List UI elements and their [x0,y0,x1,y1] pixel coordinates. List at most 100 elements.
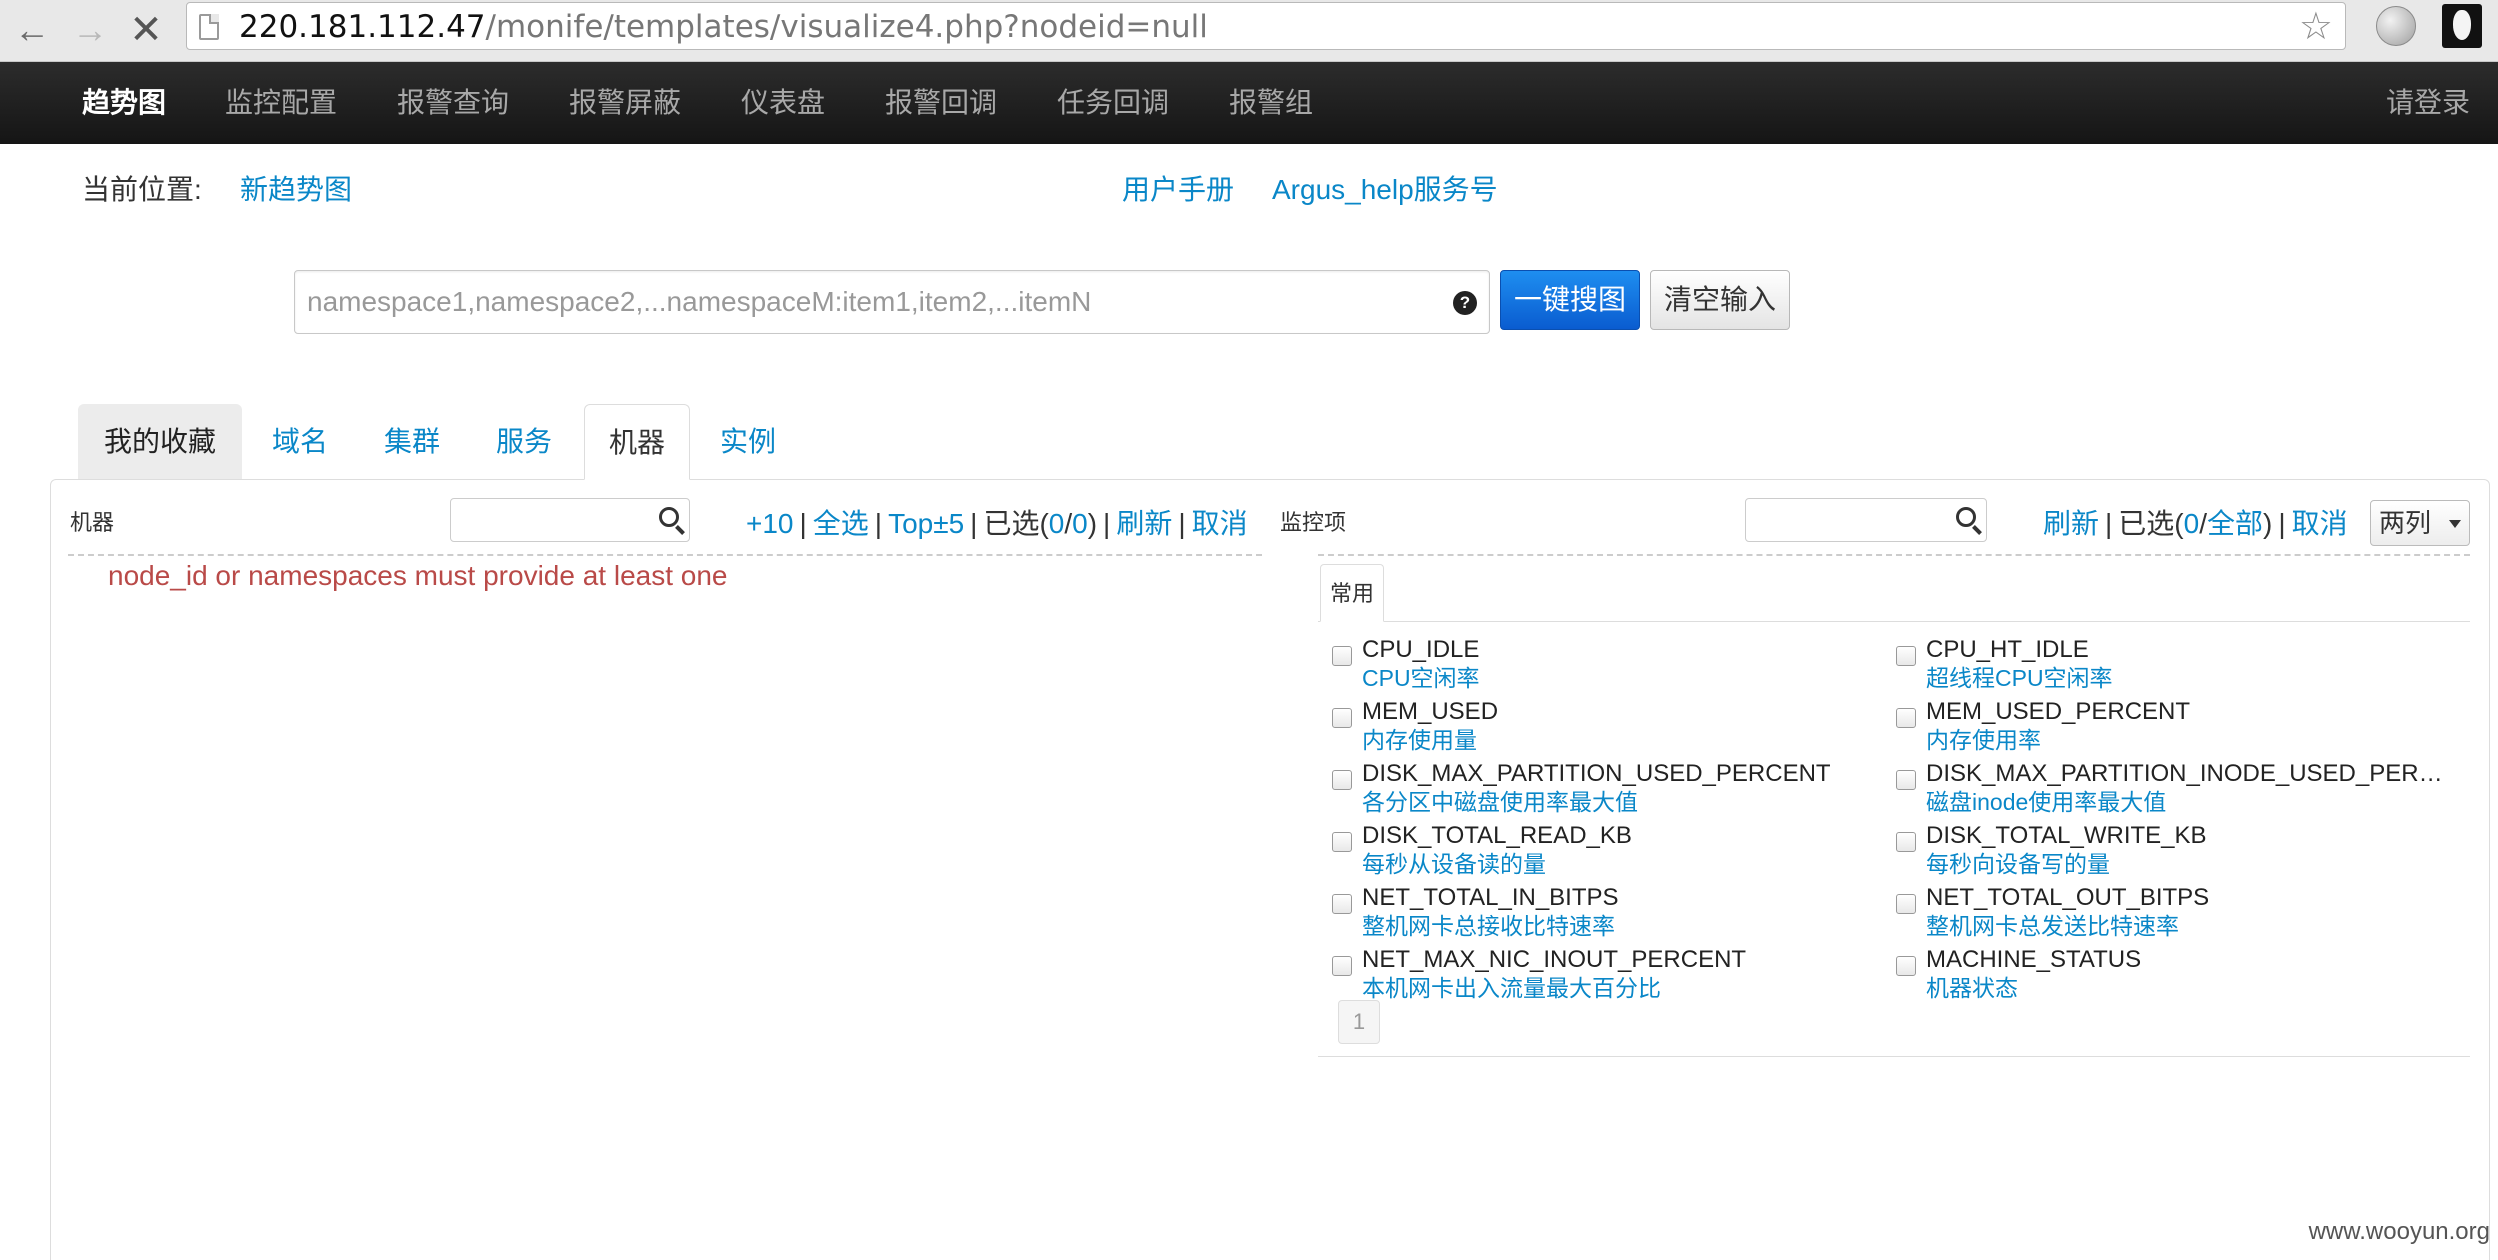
top5-link[interactable]: Top±5 [888,508,964,539]
pagination-divider [1318,1056,2470,1057]
bookmark-star-icon[interactable]: ☆ [2299,5,2333,49]
address-bar[interactable]: 220.181.112.47/monife/templates/visualiz… [186,2,2346,50]
metric-desc[interactable]: 整机网卡总接收比特速率 [1362,912,1615,940]
mask-extension-icon[interactable] [2442,4,2482,48]
user-manual-link[interactable]: 用户手册 [1122,168,1234,208]
metrics-selected-slash: / [2199,508,2207,539]
metrics-filter-input[interactable] [1745,498,1987,542]
metric-desc[interactable]: 本机网卡出入流量最大百分比 [1362,974,1661,1002]
login-link[interactable]: 请登录 [2386,62,2470,144]
clear-button[interactable]: 清空输入 [1650,270,1790,330]
metric-desc[interactable]: 机器状态 [1926,974,2018,1002]
metric-desc[interactable]: 内存使用率 [1926,726,2041,754]
pagination-page-button[interactable]: 1 [1338,1000,1380,1044]
metric-name: DISK_MAX_PARTITION_INODE_USED_PERCE... [1926,760,2456,787]
metric-checkbox[interactable] [1332,770,1352,790]
search-icon [1956,507,1976,527]
metric-checkbox[interactable] [1896,956,1916,976]
metric-desc[interactable]: 每秒从设备读的量 [1362,850,1546,878]
metric-checkbox[interactable] [1332,832,1352,852]
globe-extension-icon[interactable] [2376,6,2416,46]
back-arrow-icon[interactable]: ← [10,8,54,52]
nav-item-alarm-callback[interactable]: 报警回调 [885,62,997,144]
metric-desc[interactable]: CPU空闲率 [1362,664,1480,692]
machine-pane-title: 机器 [70,510,115,535]
nav-item-dashboard[interactable]: 仪表盘 [741,62,825,144]
search-button[interactable]: 一键搜图 [1500,270,1640,330]
machine-cancel-link[interactable]: 取消 [1192,508,1248,539]
metric-item: CPU_IDLE CPU空闲率 [1332,636,1892,694]
tab-domain[interactable]: 域名 [250,404,350,480]
metric-checkbox[interactable] [1896,832,1916,852]
columns-select[interactable]: 两列 [2370,500,2470,546]
tab-service[interactable]: 服务 [474,404,574,480]
metric-checkbox[interactable] [1896,770,1916,790]
search-input[interactable] [307,279,1427,325]
metric-desc[interactable]: 每秒向设备写的量 [1926,850,2110,878]
columns-select-value: 两列 [2379,508,2432,538]
machine-refresh-link[interactable]: 刷新 [1116,508,1172,539]
tab-machine[interactable]: 机器 [584,404,690,480]
metric-item: MEM_USED_PERCENT 内存使用率 [1896,698,2456,756]
breadcrumb-current[interactable]: 新趋势图 [240,168,352,208]
nav-item-alarm-query[interactable]: 报警查询 [397,62,509,144]
metrics-refresh-link[interactable]: 刷新 [2043,508,2099,539]
selected-slash: / [1064,508,1073,539]
metric-item: DISK_MAX_PARTITION_USED_PERCENT 各分区中磁盘使用… [1332,760,1892,818]
url-path: /monife/templates/visualize4.php?nodeid=… [485,9,1208,45]
nav-item-alarm-mask[interactable]: 报警屏蔽 [569,62,681,144]
help-service-link[interactable]: Argus_help服务号 [1272,168,1498,208]
nav-item-alarm-group[interactable]: 报警组 [1229,62,1313,144]
metric-name: NET_MAX_NIC_INOUT_PERCENT [1362,946,1747,973]
metric-item: DISK_TOTAL_READ_KB 每秒从设备读的量 [1332,822,1892,880]
forward-arrow-icon[interactable]: → [68,8,112,52]
metric-checkbox[interactable] [1332,646,1352,666]
tab-favorites[interactable]: 我的收藏 [78,404,242,480]
plus10-link[interactable]: +10 [746,508,794,539]
metric-item: DISK_MAX_PARTITION_INODE_USED_PERCE... 磁… [1896,760,2456,818]
machine-filter-input[interactable] [450,498,690,542]
stop-loading-icon[interactable]: ✕ [124,8,168,52]
selected-count-link[interactable]: 0 [1049,508,1065,539]
metric-item: DISK_TOTAL_WRITE_KB 每秒向设备写的量 [1896,822,2456,880]
tab-instance[interactable]: 实例 [698,404,798,480]
selected-suffix: ) [1087,508,1098,539]
metric-checkbox[interactable] [1332,956,1352,976]
metric-item: NET_TOTAL_IN_BITPS 整机网卡总接收比特速率 [1332,884,1892,942]
metrics-cancel-link[interactable]: 取消 [2292,508,2348,539]
metric-name: NET_TOTAL_OUT_BITPS [1926,884,2210,911]
url-text[interactable]: 220.181.112.47/monife/templates/visualiz… [239,9,1208,45]
metric-name: DISK_MAX_PARTITION_USED_PERCENT [1362,760,1831,787]
selected-total-link[interactable]: 0 [1072,508,1088,539]
watermark: www.wooyun.org [2308,1218,2490,1245]
metric-desc[interactable]: 超线程CPU空闲率 [1926,664,2113,692]
metric-desc[interactable]: 各分区中磁盘使用率最大值 [1362,788,1638,816]
tab-common-metrics[interactable]: 常用 [1320,564,1384,622]
machine-divider [68,554,1262,556]
metric-checkbox[interactable] [1332,894,1352,914]
metric-name: MEM_USED [1362,698,1499,725]
tab-cluster[interactable]: 集群 [362,404,462,480]
metric-checkbox[interactable] [1896,708,1916,728]
metric-checkbox[interactable] [1332,708,1352,728]
metric-name: MEM_USED_PERCENT [1926,698,2191,725]
error-message: node_id or namespaces must provide at le… [108,560,728,591]
selected-prefix: 已选( [983,508,1049,539]
metrics-selected-total-link[interactable]: 全部 [2207,508,2263,539]
metrics-selected-count-link[interactable]: 0 [2184,508,2200,539]
nav-item-monitor-config[interactable]: 监控配置 [225,62,337,144]
metric-desc[interactable]: 整机网卡总发送比特速率 [1926,912,2179,940]
metric-checkbox[interactable] [1896,894,1916,914]
metric-desc[interactable]: 磁盘inode使用率最大值 [1926,788,2166,816]
chevron-down-icon [2449,520,2461,528]
nav-item-task-callback[interactable]: 任务回调 [1057,62,1169,144]
metric-desc[interactable]: 内存使用量 [1362,726,1477,754]
machine-actions: +10 | 全选 | Top±5 | 已选(0/0) | 刷新 | 取消 [746,508,1248,539]
select-all-link[interactable]: 全选 [813,508,869,539]
metric-checkbox[interactable] [1896,646,1916,666]
url-host: 220.181.112.47 [239,9,486,45]
nav-item-trend[interactable]: 趋势图 [82,62,166,144]
help-question-icon[interactable]: ? [1453,291,1477,315]
metric-name: MACHINE_STATUS [1926,946,2142,973]
metric-item: MACHINE_STATUS 机器状态 [1896,946,2456,1004]
